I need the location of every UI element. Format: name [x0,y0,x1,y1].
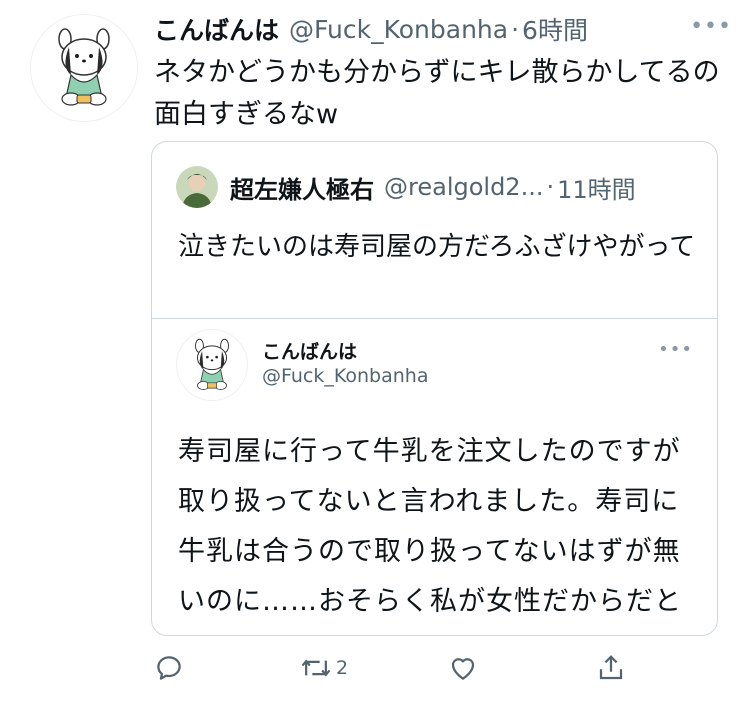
avatar[interactable] [176,329,248,401]
person-avatar-icon [176,166,218,208]
separator: · [511,14,520,44]
action-bar: 2 [152,646,632,690]
display-name[interactable]: こんばんは [154,11,279,47]
reply-icon [157,656,181,680]
quote-header: 超左嫌人極右 @realgold2... · 11時間 [176,166,696,208]
separator: · [546,173,555,201]
tweet-header: こんばんは @Fuck_Konbanha · 6時間 [154,12,744,46]
quote-user-handle[interactable]: @realgold2... [384,173,543,201]
embedded-display-name: こんばんは [262,341,358,363]
retweet-button[interactable]: 2 [300,646,348,690]
like-button[interactable] [448,646,478,690]
embedded-text: 寿司屋に行って牛乳を注文したのですが取り扱ってないと言われました。寿司に牛乳は合… [178,436,682,617]
share-button[interactable] [596,646,626,690]
share-icon [599,655,623,680]
quote-display-name[interactable]: 超左嫌人極右 [230,170,374,205]
timestamp[interactable]: 6時間 [522,11,588,47]
embedded-tweet[interactable]: こんばんは @Fuck_Konbanha ••• 寿司屋に行って牛乳を注文したの… [152,318,717,635]
more-icon[interactable]: ••• [658,339,693,360]
user-handle[interactable]: @Fuck_Konbanha [289,15,508,44]
embedded-user-handle: @Fuck_Konbanha [262,365,429,387]
quote-text: 泣きたいのは寿司屋の方だろふざけやがって [178,232,696,262]
heart-icon [451,658,475,680]
quote-tweet-card[interactable]: 超左嫌人極右 @realgold2... · 11時間 泣きたいのは寿司屋の方だ… [151,141,718,636]
reply-button[interactable] [154,646,184,690]
quote-timestamp[interactable]: 11時間 [557,170,636,205]
tweet-text: ネタかどうかも分からずにキレ散らかしてるの面白すぎるなw [154,57,720,130]
dog-avatar-icon [58,28,110,106]
more-icon[interactable]: ••• [690,14,732,39]
retweet-count: 2 [336,657,349,679]
retweet-icon [301,659,331,677]
avatar[interactable] [176,166,218,208]
dog-avatar-icon [194,338,230,390]
avatar[interactable] [30,14,138,122]
